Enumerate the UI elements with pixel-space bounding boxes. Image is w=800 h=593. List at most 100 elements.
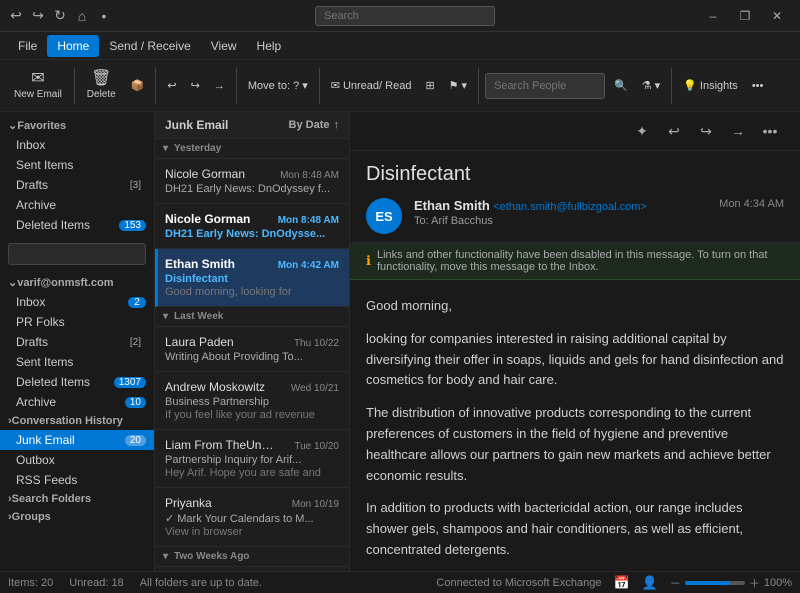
menu-home[interactable]: Home: [47, 35, 99, 57]
reading-redo-button[interactable]: ↪: [692, 118, 720, 144]
two-weeks-label: Two Weeks Ago: [174, 551, 249, 562]
reading-undo-button[interactable]: ↩: [660, 118, 688, 144]
flag-button[interactable]: ⚑ ▾: [444, 72, 472, 100]
sidebar-item-drafts-acc[interactable]: Drafts [2]: [0, 332, 154, 352]
email-item-top-3: Laura Paden Thu 10/22: [165, 335, 339, 349]
menu-send-receive[interactable]: Send / Receive: [99, 35, 200, 57]
move-to-button[interactable]: Move to: ? ▾: [243, 72, 313, 100]
sidebar-search-input[interactable]: [8, 243, 146, 265]
sidebar-item-deleted-fav[interactable]: Deleted Items 153: [0, 215, 154, 235]
account-header[interactable]: ⌄ varif@onmsft.com: [0, 273, 154, 292]
zoom-slider[interactable]: [685, 581, 745, 585]
sidebar-item-outbox[interactable]: Outbox: [0, 450, 154, 470]
date-group-yesterday[interactable]: Yesterday: [155, 139, 349, 159]
email-meta: ES Ethan Smith <ethan.smith@fullbizgoal.…: [350, 194, 800, 243]
titlebar: ↩ ↪ ↻ ⌂ • – ❐ ✕: [0, 0, 800, 32]
zoom-out-button[interactable]: －: [670, 575, 681, 591]
email-item-top-0: Nicole Gorman Mon 8:48 AM: [165, 167, 339, 181]
email-sender-5: Liam From TheUnityS...: [165, 438, 275, 452]
email-item-1[interactable]: Nicole Gorman Mon 8:48 AM DH21 Early New…: [155, 204, 349, 249]
yesterday-label: Yesterday: [174, 143, 221, 154]
more-toolbar-button[interactable]: •••: [747, 72, 769, 100]
toolbar-separator-5: [478, 68, 479, 104]
email-subject-1: DH21 Early News: DnOdysse...: [165, 228, 339, 240]
email-item-3[interactable]: Laura Paden Thu 10/22 Writing About Prov…: [155, 327, 349, 372]
email-meta-time: Mon 4:34 AM: [719, 198, 784, 210]
toolbar-separator-3: [236, 68, 237, 104]
email-subject-0: DH21 Early News: DnOdyssey f...: [165, 183, 339, 195]
people-icon[interactable]: 👤: [642, 575, 658, 591]
email-time-0: Mon 8:48 AM: [280, 170, 339, 181]
sidebar-item-rss[interactable]: RSS Feeds: [0, 470, 154, 490]
deleted-acc-label: Deleted Items: [16, 375, 114, 389]
email-body-line-2: looking for companies interested in rais…: [366, 329, 784, 391]
email-item-7[interactable]: Andrew Moskowitz 10/16/2020 Business Par…: [155, 567, 349, 571]
drafts-fav-label: Drafts: [16, 178, 125, 192]
sidebar-item-drafts-fav[interactable]: Drafts [3]: [0, 175, 154, 195]
sidebar-item-archive-acc[interactable]: Archive 10: [0, 392, 154, 412]
sidebar-item-junk[interactable]: Junk Email 20: [0, 430, 154, 450]
date-group-two-weeks[interactable]: Two Weeks Ago: [155, 547, 349, 567]
sidebar-item-archive-fav[interactable]: Archive: [0, 195, 154, 215]
undo-button[interactable]: ↩: [162, 72, 181, 100]
date-group-last-week[interactable]: Last Week: [155, 307, 349, 327]
email-list-scroll[interactable]: Yesterday Nicole Gorman Mon 8:48 AM DH21…: [155, 139, 349, 571]
refresh-icon[interactable]: ↻: [52, 8, 68, 24]
sidebar-item-deleted-acc[interactable]: Deleted Items 1307: [0, 372, 154, 392]
menu-file[interactable]: File: [8, 35, 47, 57]
sparkle-button[interactable]: ✦: [628, 118, 656, 144]
sidebar-item-inbox-fav[interactable]: Inbox: [0, 135, 154, 155]
search-people-input[interactable]: [485, 73, 605, 99]
conv-history-header[interactable]: › Conversation History: [0, 412, 154, 430]
sort-label[interactable]: By Date: [289, 119, 330, 131]
envelope-icon: ✉: [331, 79, 340, 92]
sync-status: All folders are up to date.: [140, 577, 262, 589]
forward-icon[interactable]: ↪: [30, 8, 46, 24]
filter-button[interactable]: ⚗ ▾: [637, 72, 665, 100]
menu-help[interactable]: Help: [247, 35, 292, 57]
home-icon[interactable]: ⌂: [74, 8, 90, 24]
email-item-5[interactable]: Liam From TheUnityS... Tue 10/20 Partner…: [155, 430, 349, 488]
zoom-in-button[interactable]: ＋: [749, 575, 760, 591]
forward-button[interactable]: →: [209, 72, 230, 100]
favorites-header[interactable]: ⌄ Favorites: [0, 116, 154, 135]
search-people-button[interactable]: 🔍: [609, 72, 633, 100]
toolbar: ✉ New Email 🗑 Delete 📦 ↩ ↪ → Move to: ? …: [0, 60, 800, 112]
sidebar-item-prfolks[interactable]: PR Folks: [0, 312, 154, 332]
sent-fav-label: Sent Items: [16, 158, 146, 172]
groups-header[interactable]: › Groups: [0, 508, 154, 526]
delete-button[interactable]: 🗑 Delete: [81, 64, 122, 108]
titlebar-search-area: [112, 6, 698, 26]
email-item-0[interactable]: Nicole Gorman Mon 8:48 AM DH21 Early New…: [155, 159, 349, 204]
more-icon[interactable]: •: [96, 8, 112, 24]
new-email-button[interactable]: ✉ New Email: [8, 64, 68, 108]
archive-button[interactable]: 📦: [126, 72, 150, 100]
redo-button[interactable]: ↪: [186, 72, 205, 100]
sidebar-item-sent-fav[interactable]: Sent Items: [0, 155, 154, 175]
grid-button[interactable]: ⊞: [420, 72, 439, 100]
reading-forward-button[interactable]: →: [724, 118, 752, 144]
sidebar-item-sent-acc[interactable]: Sent Items: [0, 352, 154, 372]
reading-more-button[interactable]: •••: [756, 118, 784, 144]
search-folders-header[interactable]: › Search Folders: [0, 490, 154, 508]
minimize-button[interactable]: –: [698, 6, 728, 26]
email-item-4[interactable]: Andrew Moskowitz Wed 10/21 Business Part…: [155, 372, 349, 430]
sidebar-item-inbox-acc[interactable]: Inbox 2: [0, 292, 154, 312]
email-item-top-6: Priyanka Mon 10/19: [165, 496, 339, 510]
close-button[interactable]: ✕: [762, 6, 792, 26]
email-item-6[interactable]: Priyanka Mon 10/19 ✓ Mark Your Calendars…: [155, 488, 349, 547]
search-icon: 🔍: [614, 79, 628, 92]
unread-read-button[interactable]: ✉ Unread/ Read: [326, 72, 417, 100]
insights-button[interactable]: 💡 Insights: [678, 72, 743, 100]
delete-icon: 🗑: [91, 71, 111, 87]
restore-button[interactable]: ❐: [730, 6, 760, 26]
titlebar-search-input[interactable]: [315, 6, 495, 26]
zoom-control: － ＋ 100%: [670, 575, 792, 591]
back-icon[interactable]: ↩: [8, 8, 24, 24]
calendar-icon[interactable]: 📅: [613, 575, 629, 591]
email-item-2[interactable]: Ethan Smith Mon 4:42 AM Disinfectant Goo…: [155, 249, 349, 307]
main-layout: ⌄ Favorites Inbox Sent Items Drafts [3] …: [0, 112, 800, 571]
sort-asc-icon[interactable]: ↑: [334, 119, 340, 131]
menu-view[interactable]: View: [201, 35, 247, 57]
email-meta-sender-name: Ethan Smith: [414, 198, 490, 213]
